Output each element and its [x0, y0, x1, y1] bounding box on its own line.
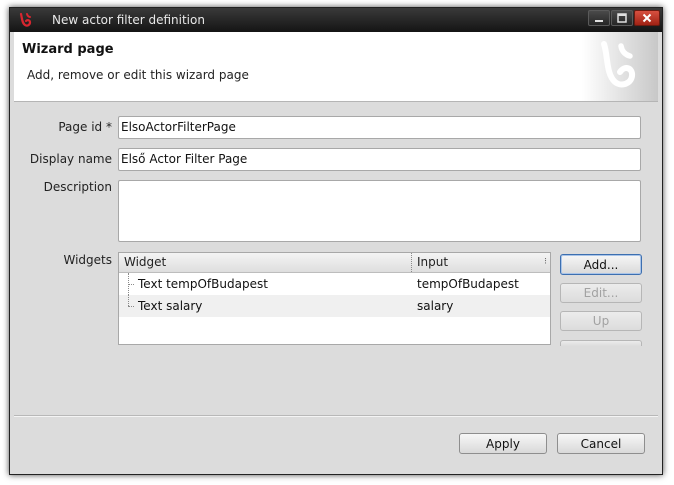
input-cell: salary — [417, 299, 454, 313]
column-header-widget[interactable]: Widget — [119, 253, 412, 272]
input-cell: tempOfBudapest — [417, 277, 519, 291]
close-icon — [642, 13, 652, 23]
table-row[interactable]: Text tempOfBudapest tempOfBudapest — [119, 273, 550, 295]
window-controls — [588, 10, 660, 26]
page-title: Wizard page — [22, 42, 114, 57]
table-header: Widget Input ⁝ — [119, 253, 550, 273]
column-resize-icon: ⁝ — [544, 257, 547, 267]
widgets-label: Widgets — [63, 253, 112, 267]
window-title: New actor filter definition — [52, 13, 205, 27]
description-label: Description — [43, 180, 112, 194]
add-widget-button[interactable]: Add... — [560, 254, 642, 275]
display-name-input[interactable]: Első Actor Filter Page — [118, 148, 641, 171]
bonita-watermark-icon — [582, 32, 658, 101]
bonita-logo-icon — [19, 12, 32, 27]
maximize-button[interactable] — [611, 10, 633, 26]
page-description: Add, remove or edit this wizard page — [27, 68, 249, 82]
widget-cell: Text salary — [138, 299, 203, 313]
footer-separator — [14, 415, 658, 417]
tree-line — [128, 284, 134, 285]
apply-button[interactable]: Apply — [459, 433, 547, 454]
tree-line — [128, 295, 129, 306]
maximize-icon — [617, 13, 627, 23]
page-id-input[interactable]: ElsoActorFilterPage — [118, 116, 641, 139]
tree-line — [128, 306, 134, 307]
move-down-button-clipped[interactable] — [560, 340, 642, 346]
column-header-input[interactable]: Input ⁝ — [412, 253, 550, 272]
move-up-button[interactable]: Up — [560, 311, 642, 331]
widget-cell: Text tempOfBudapest — [138, 277, 268, 291]
minimize-button[interactable] — [588, 10, 610, 26]
widgets-table[interactable]: Widget Input ⁝ Text tempOfBudapest tempO… — [118, 252, 551, 345]
close-button[interactable] — [634, 10, 660, 26]
cancel-button[interactable]: Cancel — [557, 433, 645, 454]
description-textarea[interactable] — [118, 180, 641, 242]
page-id-label: Page id * — [58, 120, 112, 134]
display-name-label: Display name — [29, 152, 112, 166]
edit-widget-button[interactable]: Edit... — [560, 283, 642, 303]
table-row[interactable]: Text salary salary — [119, 295, 550, 317]
title-bar[interactable]: New actor filter definition — [10, 8, 662, 32]
wizard-header: Wizard page Add, remove or edit this wiz… — [14, 32, 658, 102]
minimize-icon — [595, 20, 603, 22]
dialog-window: New actor filter definition Wizard page … — [9, 7, 663, 475]
